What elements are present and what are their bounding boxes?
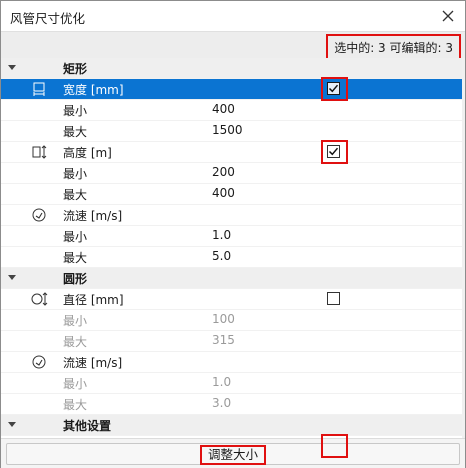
group-name: 矩形 xyxy=(63,62,88,76)
group-row[interactable]: 矩形 xyxy=(1,58,465,79)
parameter-name: 宽度 [mm] xyxy=(63,83,124,97)
max-value-field[interactable]: 400 xyxy=(212,186,235,200)
selection-status-bar: 选中的: 3 可编辑的: 3 xyxy=(1,31,465,61)
min-value-row: 最小 1.0 xyxy=(1,373,465,394)
title-bar: 风管尺寸优化 xyxy=(1,1,465,31)
min-label: 最小 xyxy=(63,314,88,328)
min-value-field[interactable]: 1.0 xyxy=(212,228,231,242)
max-value-field[interactable]: 5.0 xyxy=(212,249,231,263)
velocity-icon xyxy=(31,354,49,370)
width-icon xyxy=(31,81,49,97)
max-label: 最大 xyxy=(63,335,88,349)
group-row[interactable]: 其他设置 xyxy=(1,415,465,436)
min-value-field: 1.0 xyxy=(212,375,232,389)
duct-size-optimization-dialog: 风管尺寸优化 选中的: 3 可编辑的: 3 矩形宽度 [mm] 最小 400 最大 15… xyxy=(0,0,466,468)
parameter-row[interactable]: 直径 [mm] xyxy=(1,289,465,310)
max-label: 最大 xyxy=(63,251,88,265)
parameter-name: 流速 [m/s] xyxy=(63,209,123,223)
parameter-name: 直径 [mm] xyxy=(63,293,124,307)
collapse-triangle-icon[interactable] xyxy=(8,275,16,280)
min-value-row[interactable]: 最小 400 xyxy=(1,100,465,121)
selection-count-text: 选中的: 3 可编辑的: 3 xyxy=(326,34,461,61)
min-value-field[interactable]: 400 xyxy=(212,102,235,116)
group-row[interactable]: 圆形 xyxy=(1,268,465,289)
max-value-row[interactable]: 最大 5.0 xyxy=(1,247,465,268)
optimize-checkbox[interactable] xyxy=(327,292,340,305)
parameter-name: 流速 [m/s] xyxy=(63,356,123,370)
parameter-row[interactable]: 宽度 [mm] xyxy=(1,79,465,100)
parameter-name: 高度 [m] xyxy=(63,146,112,160)
max-value-row: 最大 315 xyxy=(1,331,465,352)
scrollbar[interactable] xyxy=(462,58,465,438)
min-value-row[interactable]: 最小 200 xyxy=(1,163,465,184)
max-label: 最大 xyxy=(63,398,88,412)
height-icon xyxy=(31,144,49,160)
min-value-row[interactable]: 最小 1.0 xyxy=(1,226,465,247)
property-grid: 矩形宽度 [mm] 最小 400 最大 1500 高度 [m] 最小 200 最大 400 流速 [… xyxy=(1,58,465,457)
dialog-title: 风管尺寸优化 xyxy=(10,11,86,26)
checkbox-highlight xyxy=(321,77,348,101)
footer-bar: 调整大小 xyxy=(1,438,465,468)
max-value-field[interactable]: 1500 xyxy=(212,123,243,137)
parameter-row[interactable]: 高度 [m] xyxy=(1,142,465,163)
min-label: 最小 xyxy=(63,104,88,118)
min-label: 最小 xyxy=(63,230,88,244)
max-label: 最大 xyxy=(63,125,88,139)
min-value-field[interactable]: 200 xyxy=(212,165,235,179)
collapse-triangle-icon[interactable] xyxy=(8,422,16,427)
max-value-field: 3.0 xyxy=(212,396,232,410)
velocity-icon xyxy=(31,207,49,223)
checkbox-highlight xyxy=(321,140,348,164)
max-value-row: 最大 3.0 xyxy=(1,394,465,415)
checkbox-highlight xyxy=(321,434,348,458)
parameter-row[interactable]: 流速 [m/s] xyxy=(1,205,465,226)
min-value-field: 100 xyxy=(212,312,235,326)
parameter-row[interactable]: 流速 [m/s] xyxy=(1,352,465,373)
max-value-row[interactable]: 最大 1500 xyxy=(1,121,465,142)
resize-button[interactable]: 调整大小 xyxy=(6,443,460,465)
max-value-row[interactable]: 最大 400 xyxy=(1,184,465,205)
min-label: 最小 xyxy=(63,167,88,181)
max-label: 最大 xyxy=(63,188,88,202)
close-icon[interactable] xyxy=(437,5,459,27)
group-name: 圆形 xyxy=(63,272,88,286)
diameter-icon xyxy=(31,291,49,307)
min-value-row: 最小 100 xyxy=(1,310,465,331)
group-name: 其他设置 xyxy=(63,419,112,433)
min-label: 最小 xyxy=(63,377,88,391)
collapse-triangle-icon[interactable] xyxy=(8,65,16,70)
resize-button-label: 调整大小 xyxy=(199,445,266,465)
max-value-field: 315 xyxy=(212,333,235,347)
